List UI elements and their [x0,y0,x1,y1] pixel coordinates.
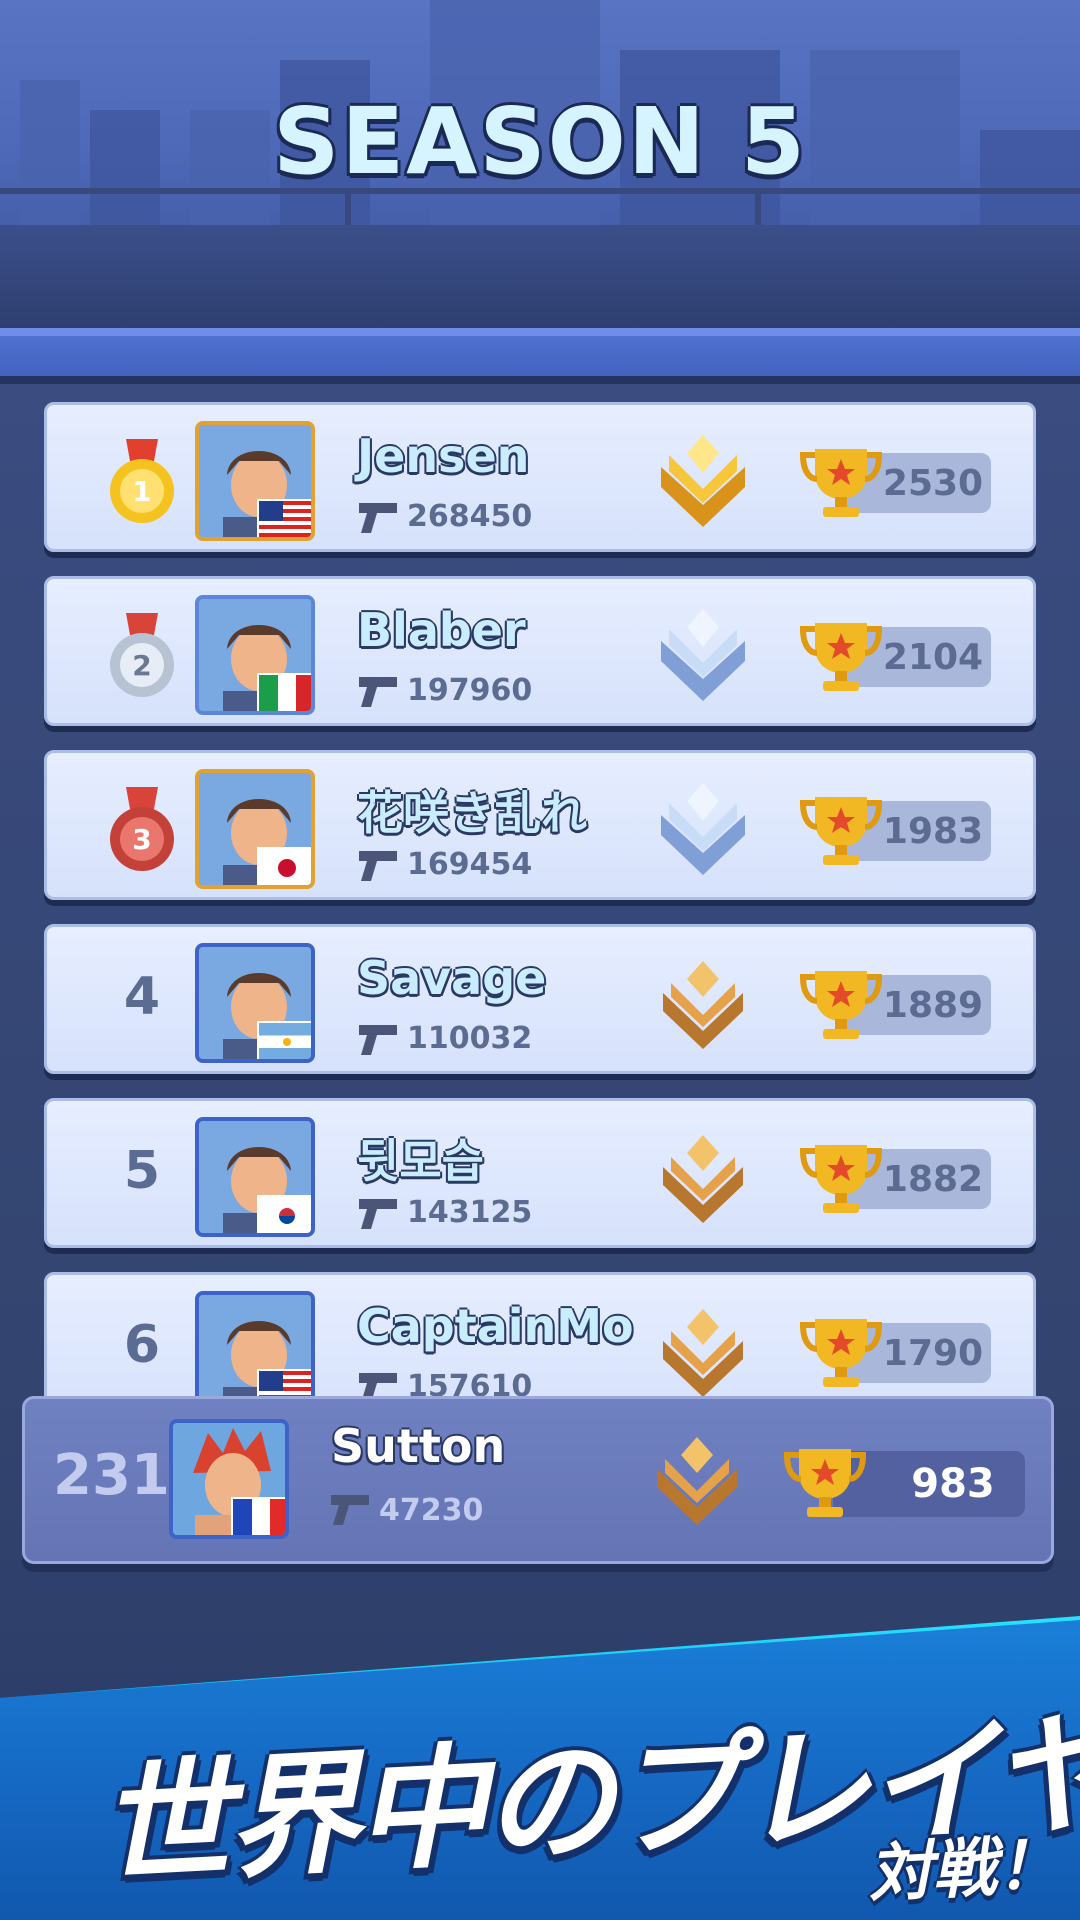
player-avatar[interactable] [195,595,315,715]
leaderboard-row[interactable]: 5 뒷모습 143125 1882 [44,1098,1036,1248]
trophy-icon [799,1319,883,1387]
player-score: 268450 [407,499,533,534]
gun-icon [359,1199,397,1229]
banner-subtitle: 対戦！ [866,1828,1063,1912]
rooftop [0,225,1080,328]
bronze-badge-icon [663,961,743,1049]
trophy-count: 1983 [882,811,984,852]
gun-icon [359,677,397,707]
flag-usa-icon [257,499,311,537]
player-name: 花咲き乱れ [357,786,587,840]
player-name: Blaber [357,603,526,657]
rank-number: 5 [123,1141,161,1201]
header-divider [0,376,1080,384]
flag-japan-icon [257,847,311,885]
gold-crown-badge-icon [661,435,745,527]
player-score: 47230 [379,1493,484,1528]
diamond-badge-icon [661,609,745,701]
gun-icon [359,851,397,881]
leaderboard-row[interactable]: 3 花咲き乱れ 169454 1983 [44,750,1036,900]
trophy-icon [799,623,883,691]
player-score: 110032 [407,1021,533,1056]
trophy-count: 983 [911,1461,995,1507]
season-header: SEASON 5 [0,0,1080,328]
medal-rank: 3 [132,823,151,856]
trophy-count: 1790 [882,1333,984,1374]
header-band [0,336,1080,376]
player-score: 169454 [407,847,533,882]
leaderboard-row[interactable]: 4 Savage 110032 1889 [44,924,1036,1074]
bronze-medal-icon: 3 [110,787,174,871]
player-avatar[interactable] [195,769,315,889]
player-avatar[interactable] [195,943,315,1063]
bronze-badge-icon [663,1309,743,1397]
player-name: CaptainMo [357,1299,634,1353]
flag-france-icon [231,1497,285,1535]
rank-number: 4 [123,967,161,1027]
flag-italy-icon [257,673,311,711]
leaderboard-row[interactable]: 2 Blaber 197960 2104 [44,576,1036,726]
player-avatar[interactable] [195,1291,315,1408]
player-score: 197960 [407,673,533,708]
trophy-count: 2530 [882,463,984,504]
self-rank-card[interactable]: 231 Sutton 47230 983 [22,1396,1054,1564]
gun-icon [359,503,397,533]
medal-rank: 1 [132,475,151,508]
trophy-icon [799,449,883,517]
trophy-icon [799,971,883,1039]
gold-medal-icon: 1 [110,439,174,523]
bronze-badge-icon [663,1135,743,1223]
leaderboard-row[interactable]: 1 Jensen 268450 2530 [44,402,1036,552]
trophy-count: 1889 [882,985,984,1026]
gun-icon [331,1495,369,1525]
gun-icon [359,1025,397,1055]
player-name: 뒷모습 [357,1134,484,1188]
page-title: SEASON 5 [273,88,807,195]
trophy-icon [799,797,883,865]
trophy-icon [783,1449,867,1517]
trophy-icon [799,1145,883,1213]
flag-argentina-icon [257,1021,311,1059]
rank-number: 6 [123,1315,161,1375]
flag-korea-icon [257,1195,311,1233]
bronze-badge-icon [657,1437,737,1525]
medal-rank: 2 [132,649,151,682]
player-name: Jensen [357,429,530,483]
player-score: 143125 [407,1195,533,1230]
player-avatar[interactable] [169,1419,289,1539]
player-avatar[interactable] [195,1117,315,1237]
player-avatar[interactable] [195,421,315,541]
player-name: Savage [357,951,547,1005]
player-name: Sutton [331,1419,506,1473]
silver-medal-icon: 2 [110,613,174,697]
diamond-badge-icon [661,783,745,875]
rank-number: 231 [53,1443,170,1508]
trophy-count: 2104 [882,637,984,678]
header-divider [0,328,1080,336]
trophy-count: 1882 [882,1159,984,1200]
